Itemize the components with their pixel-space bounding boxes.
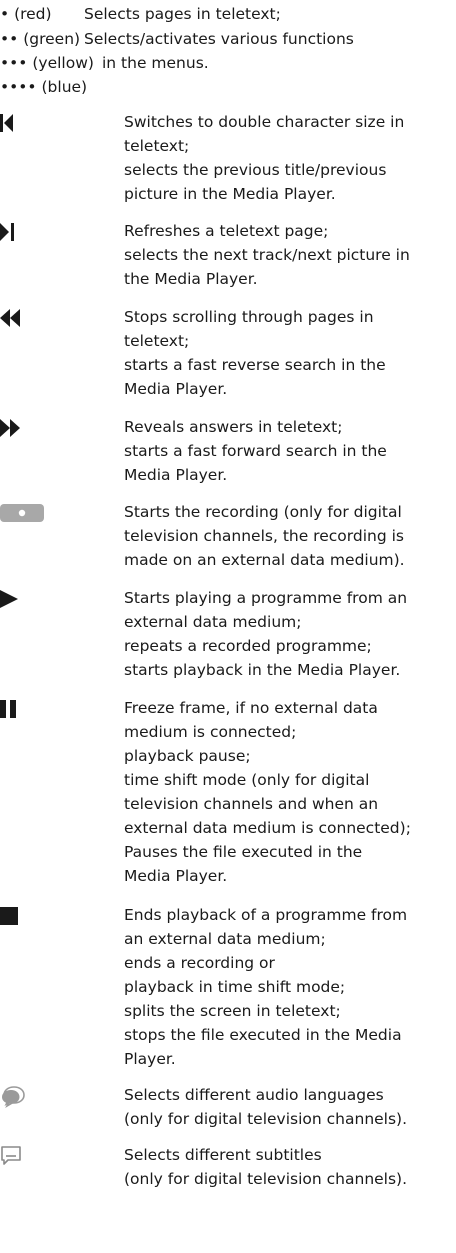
description-line: Player. <box>124 1050 176 1068</box>
rewind-icon <box>0 307 44 329</box>
description-line: selects the next track/next picture in <box>124 246 410 264</box>
description-line: starts a fast forward search in the <box>124 442 387 460</box>
description-line: playback pause; <box>124 747 251 765</box>
description-line: Pauses the file executed in the <box>124 843 363 861</box>
skip-back-icon <box>0 112 44 134</box>
audio-language-icon <box>0 1085 44 1108</box>
description-line: Reveals answers in teletext; <box>124 418 343 436</box>
rewind-description: Stops scrolling through pages in teletex… <box>124 305 456 401</box>
description-line: an external data medium; <box>124 930 326 948</box>
description-line: selects the previous title/previous <box>124 161 387 179</box>
record-icon <box>0 502 44 524</box>
record-description: Starts the recording (only for digital t… <box>124 500 456 572</box>
play-description: Starts playing a programme from an exter… <box>124 586 456 682</box>
description-line: Switches to double character size in <box>124 113 405 131</box>
description-line: teletext; <box>124 137 190 155</box>
description-line: Selects different subtitles <box>124 1146 322 1164</box>
pause-description: Freeze frame, if no external data medium… <box>124 696 456 888</box>
description-line: Refreshes a teletext page; <box>124 222 329 240</box>
description-line: repeats a recorded programme; <box>124 637 372 655</box>
green-button-description: Selects/activates various functions <box>84 30 354 48</box>
description-line: television channels, the recording is <box>124 527 404 545</box>
description-line: television channels and when an <box>124 795 379 813</box>
description-line: external data medium is connected); <box>124 819 411 837</box>
yellow-button-label: ••• (yellow) <box>0 54 94 72</box>
description-line: made on an external data medium). <box>124 551 405 569</box>
description-line: Media Player. <box>124 380 228 398</box>
description-line: Freeze frame, if no external data <box>124 699 378 717</box>
description-line: Ends playback of a programme from <box>124 906 408 924</box>
description-line: starts playback in the Media Player. <box>124 661 401 679</box>
description-line: teletext; <box>124 332 190 350</box>
subtitles-description: Selects different subtitles (only for di… <box>124 1143 456 1191</box>
blue-button-label: •••• (blue) <box>0 78 88 96</box>
description-line: time shift mode (only for digital <box>124 771 370 789</box>
pause-icon <box>0 698 44 720</box>
description-line: Stops scrolling through pages in <box>124 308 374 326</box>
description-line: ends a recording or <box>124 954 275 972</box>
yellow-button-description: in the menus. <box>102 54 209 72</box>
description-line: medium is connected; <box>124 723 297 741</box>
description-line: Starts the recording (only for digital <box>124 503 402 521</box>
description-line: Selects different audio languages <box>124 1086 384 1104</box>
subtitles-icon <box>0 1145 44 1167</box>
description-line: stops the file executed in the Media <box>124 1026 402 1044</box>
description-line: starts a fast reverse search in the <box>124 356 386 374</box>
description-line: Starts playing a programme from an <box>124 589 408 607</box>
description-line: (only for digital television channels). <box>124 1170 408 1188</box>
description-line: playback in time shift mode; <box>124 978 346 996</box>
skip-back-description: Switches to double character size in tel… <box>124 110 456 206</box>
description-line: (only for digital television channels). <box>124 1110 408 1128</box>
stop-icon <box>0 905 44 927</box>
red-button-label: • (red) <box>0 5 52 23</box>
description-line: picture in the Media Player. <box>124 185 336 203</box>
skip-forward-description: Refreshes a teletext page; selects the n… <box>124 219 456 291</box>
audio-language-description: Selects different audio languages (only … <box>124 1083 456 1131</box>
fast-forward-description: Reveals answers in teletext; starts a fa… <box>124 415 456 487</box>
description-line: external data medium; <box>124 613 302 631</box>
description-line: the Media Player. <box>124 270 258 288</box>
fast-forward-icon <box>0 417 44 439</box>
description-line: Media Player. <box>124 867 228 885</box>
description-line: splits the screen in teletext; <box>124 1002 341 1020</box>
green-button-label: •• (green) <box>0 30 81 48</box>
stop-description: Ends playback of a programme from an ext… <box>124 903 456 1071</box>
play-icon <box>0 588 44 610</box>
skip-forward-icon <box>0 221 44 243</box>
description-line: Media Player. <box>124 466 228 484</box>
red-button-description: Selects pages in teletext; <box>84 5 281 23</box>
